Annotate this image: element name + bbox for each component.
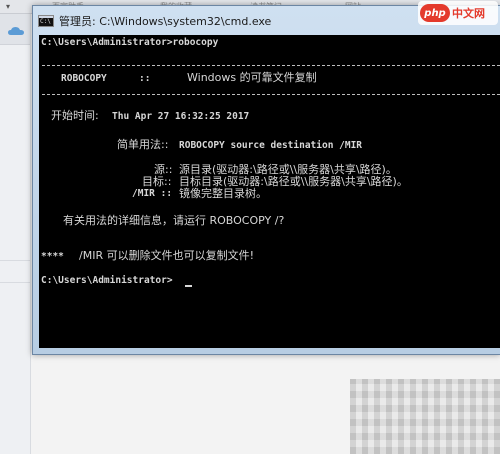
mir-value: 镜像完整目录树。	[179, 187, 267, 200]
prompt-command: C:\Users\Administrator>robocopy	[41, 37, 219, 48]
window-title: 管理员: C:\Windows\system32\cmd.exe	[59, 14, 272, 28]
destination-label: 目标::	[142, 175, 172, 188]
usage-value: ROBOCOPY source destination /MIR	[179, 140, 363, 151]
pixelated-watermark	[350, 379, 500, 454]
logo-text: 中文网	[452, 7, 485, 20]
note-prefix: ****	[41, 251, 64, 262]
note-text: /MIR 可以删除文件也可以复制文件!	[79, 249, 254, 262]
background-sidebar-divider	[0, 260, 30, 261]
final-prompt: C:\Users\Administrator>	[41, 275, 173, 286]
help-line: 有关用法的详细信息，请运行 ROBOCOPY /?	[63, 214, 285, 227]
header-left: ROBOCOPY	[61, 73, 107, 84]
separator-line	[42, 65, 500, 66]
header-separator: ::	[139, 73, 151, 84]
cmd-window[interactable]: C:\ 管理员: C:\Windows\system32\cmd.exe C:\…	[32, 5, 500, 355]
cmd-icon[interactable]: C:\	[38, 14, 54, 27]
background-sidebar	[0, 14, 31, 454]
background-sidebar-divider	[0, 282, 30, 283]
dropdown-arrow-icon[interactable]: ▾	[6, 2, 10, 11]
header-right: Windows 的可靠文件复制	[187, 71, 317, 84]
usage-label: 简单用法::	[117, 138, 169, 151]
cmd-icon-label: C:\	[40, 17, 51, 25]
logo-mark: php	[420, 4, 450, 22]
mir-label: /MIR ::	[132, 188, 173, 199]
site-logo: php 中文网	[418, 1, 498, 25]
start-time-value: Thu Apr 27 16:32:25 2017	[112, 111, 250, 122]
separator-line	[42, 94, 500, 95]
text-cursor	[185, 285, 192, 287]
cloud-icon[interactable]	[7, 26, 25, 36]
start-time-label: 开始时间:	[51, 109, 99, 122]
console-output[interactable]: C:\Users\Administrator>robocopy ROBOCOPY…	[39, 35, 500, 348]
